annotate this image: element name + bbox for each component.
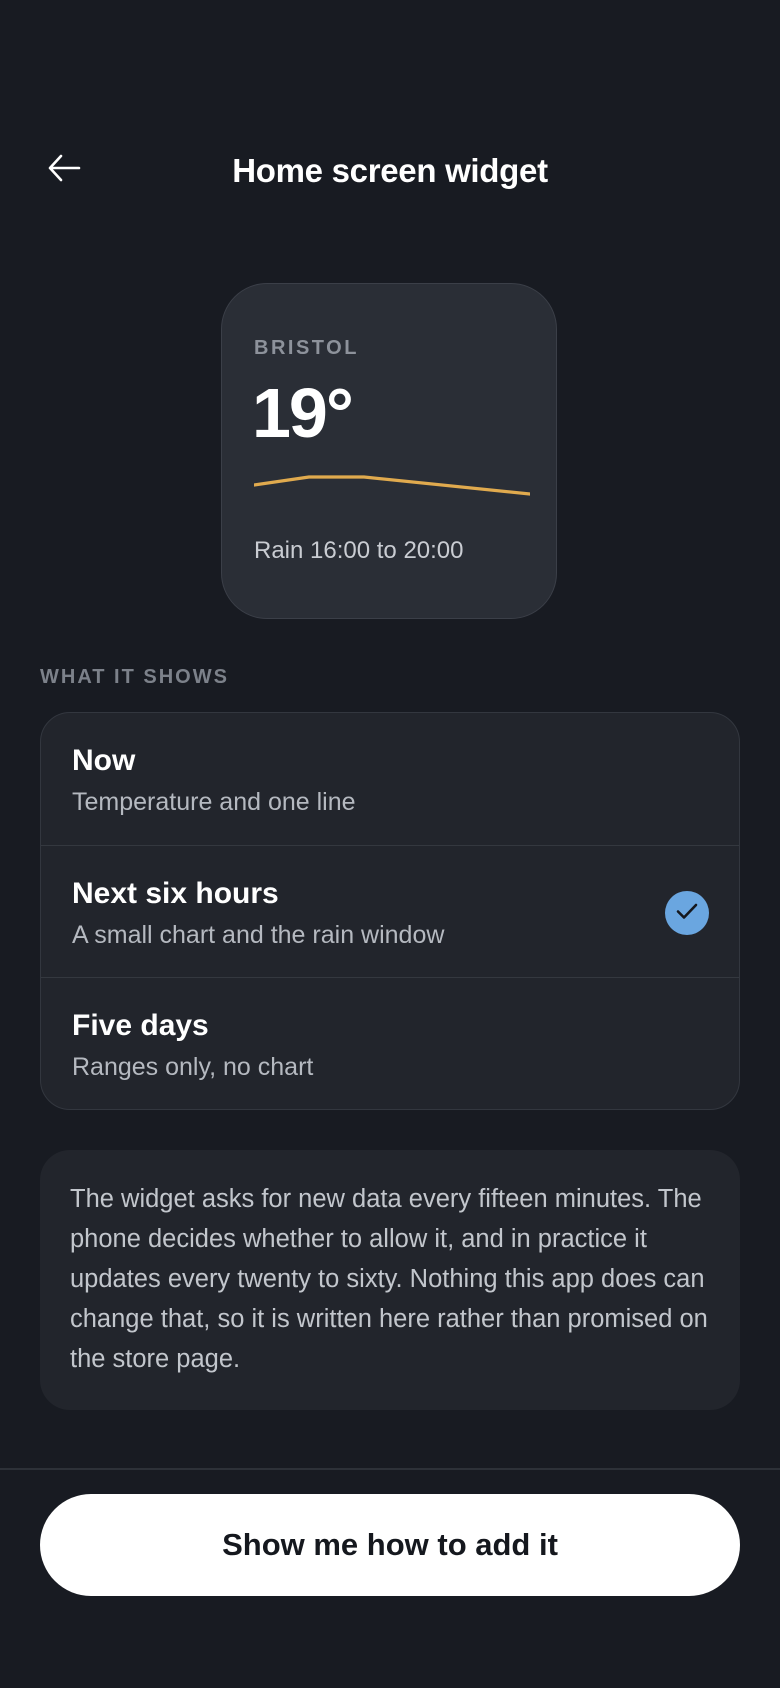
sparkline-line bbox=[254, 475, 530, 496]
option-description: A small chart and the rain window bbox=[72, 921, 445, 949]
show-how-to-add-button[interactable]: Show me how to add it bbox=[40, 1494, 740, 1596]
checkmark-icon bbox=[676, 902, 698, 925]
widget-sparkline bbox=[254, 475, 530, 496]
update-frequency-note: The widget asks for new data every fifte… bbox=[40, 1150, 740, 1410]
option-now[interactable]: Now Temperature and one line bbox=[41, 713, 739, 845]
option-title: Now bbox=[72, 744, 136, 777]
option-title: Next six hours bbox=[72, 877, 279, 910]
selected-check-badge bbox=[665, 891, 709, 935]
widget-preview: BRISTOL 19° Rain 16:00 to 20:00 bbox=[221, 283, 557, 619]
option-next-six-hours[interactable]: Next six hours A small chart and the rai… bbox=[41, 845, 739, 977]
option-description: Ranges only, no chart bbox=[72, 1053, 314, 1081]
option-description: Temperature and one line bbox=[72, 788, 356, 816]
widget-rain-window: Rain 16:00 to 20:00 bbox=[254, 537, 464, 564]
option-title: Five days bbox=[72, 1009, 209, 1042]
widget-city: BRISTOL bbox=[254, 337, 359, 359]
option-five-days[interactable]: Five days Ranges only, no chart bbox=[41, 977, 739, 1109]
widget-temperature: 19° bbox=[252, 374, 354, 452]
page-title: Home screen widget bbox=[232, 152, 548, 189]
footer-divider bbox=[0, 1468, 780, 1470]
widget-options-list: Now Temperature and one line Next six ho… bbox=[40, 712, 740, 1110]
section-label: WHAT IT SHOWS bbox=[40, 666, 229, 688]
